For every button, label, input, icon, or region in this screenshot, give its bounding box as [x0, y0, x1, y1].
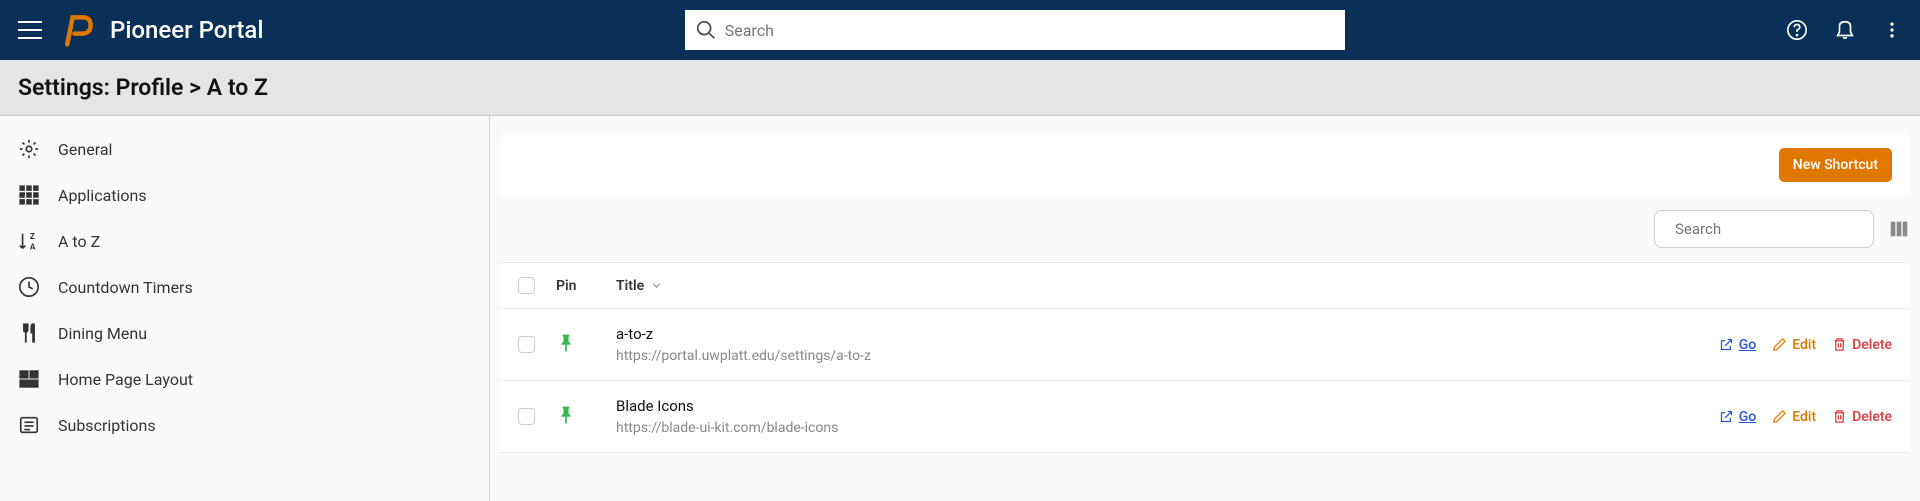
table-row: a-to-z https://portal.uwplatt.edu/settin…: [500, 309, 1910, 381]
sidebar-item-label: A to Z: [58, 232, 100, 251]
edit-link[interactable]: Edit: [1772, 409, 1816, 425]
trash-icon: [1832, 409, 1847, 424]
sidebar-item-label: Countdown Timers: [58, 278, 193, 297]
svg-text:Z: Z: [30, 232, 35, 242]
columns-icon[interactable]: [1888, 218, 1910, 240]
pin-icon[interactable]: [556, 405, 576, 425]
sidebar-item-subscriptions[interactable]: Subscriptions: [0, 402, 489, 448]
main-content: New Shortcut Pin Title: [490, 116, 1920, 501]
chevron-down-icon: [650, 279, 663, 292]
delete-link[interactable]: Delete: [1832, 409, 1892, 425]
svg-text:A: A: [30, 242, 36, 252]
topbar: Pioneer Portal: [0, 0, 1920, 60]
shortcut-url: https://blade-ui-kit.com/blade-icons: [616, 420, 1719, 436]
shortcut-title: a-to-z: [616, 325, 1719, 343]
notifications-icon[interactable]: [1834, 19, 1856, 41]
grid-icon: [18, 184, 40, 206]
sidebar-item-label: General: [58, 140, 112, 159]
global-search[interactable]: [685, 10, 1345, 50]
toolbar: New Shortcut: [500, 134, 1910, 196]
layout-icon: [18, 368, 40, 390]
edit-icon: [1772, 337, 1787, 352]
table-row: Blade Icons https://blade-ui-kit.com/bla…: [500, 381, 1910, 453]
filter-bar: [500, 196, 1910, 262]
sidebar-item-layout[interactable]: Home Page Layout: [0, 356, 489, 402]
shortcut-url: https://portal.uwplatt.edu/settings/a-to…: [616, 348, 1719, 364]
utensils-icon: [18, 322, 40, 344]
column-pin[interactable]: Pin: [556, 278, 616, 294]
external-link-icon: [1719, 409, 1734, 424]
menu-toggle[interactable]: [18, 18, 42, 42]
shortcuts-table: Pin Title a-to-z https://portal.uwplatt.…: [500, 262, 1910, 453]
page-title: Settings: Profile > A to Z: [18, 74, 1902, 101]
edit-link[interactable]: Edit: [1772, 337, 1816, 353]
sidebar-item-label: Subscriptions: [58, 416, 156, 435]
sidebar-item-dining[interactable]: Dining Menu: [0, 310, 489, 356]
sidebar-item-countdown[interactable]: Countdown Timers: [0, 264, 489, 310]
breadcrumb: Settings: Profile > A to Z: [0, 60, 1920, 116]
new-shortcut-button[interactable]: New Shortcut: [1779, 148, 1892, 182]
more-icon[interactable]: [1882, 20, 1902, 40]
sidebar-item-general[interactable]: General: [0, 126, 489, 172]
table-header: Pin Title: [500, 262, 1910, 309]
trash-icon: [1832, 337, 1847, 352]
column-title[interactable]: Title: [616, 278, 1892, 294]
edit-icon: [1772, 409, 1787, 424]
pin-icon[interactable]: [556, 333, 576, 353]
select-all-checkbox[interactable]: [518, 277, 535, 294]
sidebar-item-label: Dining Menu: [58, 324, 147, 343]
app-title: Pioneer Portal: [110, 16, 263, 44]
global-search-input[interactable]: [725, 21, 1335, 40]
gear-icon: [18, 138, 40, 160]
row-checkbox[interactable]: [518, 336, 535, 353]
shortcut-title: Blade Icons: [616, 397, 1719, 415]
newspaper-icon: [18, 414, 40, 436]
delete-link[interactable]: Delete: [1832, 337, 1892, 353]
search-icon: [695, 19, 717, 41]
go-link[interactable]: Go: [1719, 337, 1756, 353]
clock-icon: [18, 276, 40, 298]
external-link-icon: [1719, 337, 1734, 352]
table-search-input[interactable]: [1675, 220, 1874, 238]
go-link[interactable]: Go: [1719, 409, 1756, 425]
app-logo[interactable]: [60, 12, 96, 48]
help-icon[interactable]: [1786, 19, 1808, 41]
sidebar: General Applications ZA A to Z Countdown…: [0, 116, 490, 501]
sidebar-item-atoz[interactable]: ZA A to Z: [0, 218, 489, 264]
sort-az-icon: ZA: [18, 230, 40, 252]
sidebar-item-label: Applications: [58, 186, 147, 205]
sidebar-item-label: Home Page Layout: [58, 370, 193, 389]
table-search[interactable]: [1654, 210, 1874, 248]
sidebar-item-applications[interactable]: Applications: [0, 172, 489, 218]
row-checkbox[interactable]: [518, 408, 535, 425]
